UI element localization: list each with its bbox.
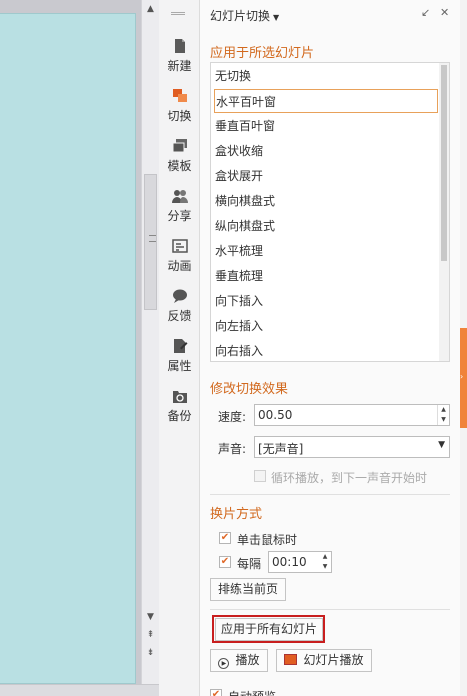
vertical-scrollbar[interactable]: ▲ ▼ ⇞ ⇟ (141, 0, 159, 684)
nav-label: 属性 (167, 359, 192, 373)
drag-handle-icon[interactable] (171, 12, 185, 15)
grip-icon (149, 235, 156, 242)
transition-list[interactable]: 无切换 水平百叶窗 垂直百叶窗 盒状收缩 盒状展开 横向棋盘式 纵向棋盘式 水平梳理 垂直梳理向… (210, 62, 450, 362)
animation-icon (171, 239, 188, 253)
list-scrollbar-thumb[interactable] (441, 65, 447, 261)
transition-icon (172, 89, 187, 102)
transition-item[interactable]: 盒状展开 (214, 164, 438, 188)
nav-item-backup[interactable]: 备份 (159, 388, 200, 436)
on-click-label: 单击鼠标时 (237, 533, 298, 547)
every-label: 每隔 (237, 557, 262, 571)
section-heading-apply-selected: 应用于所选幻灯片 (210, 46, 315, 61)
section-heading-advance: 换片方式 (210, 507, 263, 522)
scroll-up-icon[interactable]: ▲ (142, 4, 159, 14)
transition-item[interactable]: 横向棋盘式 (214, 189, 438, 213)
spin-down-icon[interactable]: ▼ (319, 562, 331, 572)
nav-label: 新建 (167, 59, 192, 73)
loop-label: 循环播放，到下一声音开始时 (271, 471, 428, 485)
nav-label: 切换 (167, 109, 192, 123)
nav-item-properties[interactable]: 属性 (159, 338, 200, 386)
nav-item-template[interactable]: 模板 (159, 138, 200, 186)
transition-item[interactable]: 无切换 (214, 64, 438, 88)
transition-item[interactable]: 垂直百叶窗 (214, 114, 438, 138)
chevron-down-icon: ▼ (438, 440, 445, 450)
divider (210, 609, 450, 610)
nav-item-feedback[interactable]: 反馈 (159, 288, 200, 336)
chevron-down-icon: ▼ (273, 13, 280, 22)
loop-checkbox[interactable] (254, 470, 266, 482)
document-icon (174, 39, 185, 53)
slideshow-label: 幻灯片播放 (303, 653, 364, 667)
play-button[interactable]: ▶ 播放 (210, 649, 268, 672)
task-pane-nav: 新建 切换 模板 分享 动画 反馈 属性 备份 (159, 0, 200, 696)
transition-item[interactable]: 水平梳理 (214, 239, 438, 263)
next-page-icon[interactable]: ⇟ (142, 648, 159, 658)
scroll-down-icon[interactable]: ▼ (142, 612, 159, 622)
autopreview-checkbox[interactable]: ✔ (210, 689, 222, 696)
every-checkbox[interactable]: ✔ (219, 556, 231, 568)
slideshow-icon (284, 654, 298, 665)
panel-title: 幻灯片切换 (210, 9, 271, 23)
nav-item-new[interactable]: 新建 (159, 38, 200, 86)
transition-item[interactable]: 纵向棋盘式 (214, 214, 438, 238)
nav-item-animation[interactable]: 动画 (159, 238, 200, 286)
sound-label: 声音: (218, 442, 247, 456)
nav-item-transition[interactable]: 切换 (159, 88, 200, 136)
prev-page-icon[interactable]: ⇞ (142, 630, 159, 640)
spin-up-icon[interactable]: ▲ (319, 552, 331, 562)
rehearse-button[interactable]: 排练当前页 (210, 578, 286, 601)
nav-label: 动画 (167, 259, 192, 273)
nav-item-share[interactable]: 分享 (159, 188, 200, 236)
transition-item[interactable]: 盒状收缩 (214, 139, 438, 163)
every-time-stepper[interactable]: 00:10 ▲ ▼ (268, 551, 332, 573)
template-icon (172, 139, 187, 153)
scrollbar-thumb[interactable] (144, 174, 157, 310)
horizontal-scrollbar[interactable] (0, 684, 159, 696)
panel-title-menu[interactable]: 幻灯片切换 ▼ (210, 7, 279, 24)
nav-label: 模板 (167, 159, 192, 173)
list-scrollbar[interactable] (439, 63, 449, 361)
sound-value: [无声音] (258, 442, 304, 456)
share-icon (171, 190, 188, 203)
backup-icon (172, 391, 187, 403)
transition-item[interactable]: 向左插入 (214, 314, 438, 338)
speed-stepper[interactable]: 00.50 ▲ ▼ (254, 404, 450, 426)
on-click-checkbox[interactable]: ✔ (219, 532, 231, 544)
divider (210, 494, 450, 495)
transition-item[interactable]: 垂直梳理 (214, 264, 438, 288)
chevron-right-icon: › (460, 372, 464, 381)
close-icon[interactable]: ✕ (440, 6, 449, 19)
slide-canvas-area[interactable] (0, 0, 141, 684)
speed-label: 速度: (218, 410, 247, 424)
nav-label: 反馈 (167, 309, 192, 323)
transition-item[interactable]: 向下插入 (214, 289, 438, 313)
every-time-value: 00:10 (272, 555, 307, 569)
play-label: 播放 (235, 653, 260, 667)
autopreview-label: 自动预览 (228, 688, 276, 696)
section-heading-modify: 修改切换效果 (210, 382, 289, 397)
properties-icon (173, 339, 187, 353)
slide-preview[interactable] (0, 13, 136, 684)
dock-icon[interactable]: ↙ (421, 6, 430, 19)
sound-select[interactable]: [无声音] ▼ (254, 436, 450, 458)
spin-down-icon[interactable]: ▼ (438, 415, 449, 425)
nav-label: 分享 (167, 209, 192, 223)
nav-label: 备份 (167, 409, 192, 423)
feedback-icon (172, 289, 187, 303)
play-icon: ▶ (218, 658, 230, 669)
speed-value: 00.50 (258, 408, 293, 422)
spin-up-icon[interactable]: ▲ (438, 405, 449, 415)
slideshow-button[interactable]: 幻灯片播放 (276, 649, 372, 672)
transition-item[interactable]: 水平百叶窗 (214, 89, 438, 113)
annotation-highlight-box (212, 615, 325, 643)
transition-item[interactable]: 向右插入 (214, 339, 438, 361)
slide-transition-panel: 幻灯片切换 ▼ ↙ ✕ 应用于所选幻灯片 无切换 水平百叶窗 垂直百叶窗 盒状收缩 盒状展… (200, 0, 460, 696)
collapse-panel-tab[interactable]: › (460, 328, 467, 428)
